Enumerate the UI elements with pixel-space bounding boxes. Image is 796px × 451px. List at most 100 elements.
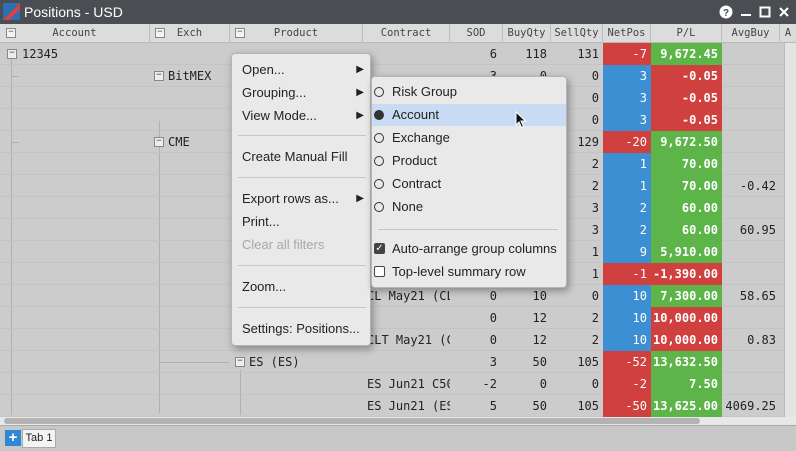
radio-icon (374, 156, 384, 166)
column-header-buyqty[interactable]: BuyQty (503, 24, 551, 43)
pl-cell: 13,632.50 (651, 351, 722, 373)
option-top-level-summary[interactable]: Top-level summary row (372, 261, 566, 283)
maximize-icon[interactable] (757, 3, 773, 20)
pl-cell: -0.05 (651, 65, 722, 87)
menu-item-zoom[interactable]: Zoom... (232, 276, 370, 298)
grouping-option-exchange[interactable]: Exchange (372, 127, 566, 149)
app-logo-icon (3, 3, 20, 20)
minimize-icon[interactable] (738, 3, 754, 20)
column-header-account[interactable]: − Account (0, 24, 150, 43)
grouping-option-account[interactable]: Account (372, 104, 566, 126)
table-row[interactable]: CL May21 (CL 0 10 0 10 7,300.00 58.65 (0, 285, 796, 307)
close-icon[interactable] (776, 3, 792, 20)
exch-cell: BitMEX (168, 69, 212, 83)
menu-item-export-rows[interactable]: Export rows as... ▶ (232, 188, 370, 210)
table-row[interactable]: − 12345 6 118 131 -7 9,672.45 (0, 43, 796, 65)
column-header-avgbuy[interactable]: AvgBuy (722, 24, 780, 43)
column-header-sellqty[interactable]: SellQty (551, 24, 603, 43)
collapse-icon[interactable]: − (235, 357, 245, 367)
sod-cell: 5 (489, 399, 497, 413)
menu-item-print[interactable]: Print... (232, 211, 370, 233)
grouping-option-none[interactable]: None (372, 196, 566, 218)
window-title: Positions - USD (24, 4, 123, 20)
contract-cell: ES Jun21 C50 (367, 377, 450, 391)
title-bar: Positions - USD ? (0, 0, 796, 24)
collapse-icon[interactable]: − (154, 71, 164, 81)
table-row[interactable]: 0 12 2 10 10,000.00 (0, 307, 796, 329)
horizontal-scrollbar-thumb[interactable] (4, 418, 700, 424)
column-header-product[interactable]: − Product (230, 24, 363, 43)
pl-cell: 7.50 (651, 373, 722, 395)
submenu-arrow-icon: ▶ (356, 110, 364, 121)
pl-cell: 13,625.00 (651, 395, 722, 417)
pl-cell: 70.00 (651, 153, 722, 175)
radio-selected-icon (374, 110, 384, 120)
column-header-more[interactable]: A (780, 24, 796, 43)
menu-item-settings[interactable]: Settings: Positions... (232, 318, 370, 340)
contract-cell: ES Jun21 (ES (367, 399, 450, 413)
submenu-arrow-icon: ▶ (356, 64, 364, 75)
collapse-all-icon[interactable]: − (235, 28, 245, 38)
column-header-contract[interactable]: Contract (363, 24, 450, 43)
pl-cell: 7,300.00 (651, 285, 722, 307)
column-header-netpos[interactable]: NetPos (603, 24, 651, 43)
menu-item-create-manual-fill[interactable]: Create Manual Fill (232, 146, 370, 168)
column-header-sod[interactable]: SOD (450, 24, 503, 43)
netpos-cell: -50 (603, 395, 651, 417)
product-cell: ES (ES) (249, 355, 300, 369)
column-header-pl[interactable]: P/L (651, 24, 722, 43)
buyqty-cell: 10 (532, 289, 547, 303)
table-row[interactable]: CLT May21 (C 0 12 2 10 10,000.00 0.83 (0, 329, 796, 351)
menu-separator (238, 177, 366, 178)
pl-cell: -1,390.00 (651, 263, 722, 285)
sellqty-cell: 0 (591, 289, 599, 303)
collapse-icon[interactable]: − (7, 49, 17, 59)
pl-cell: 9,672.45 (651, 43, 722, 65)
grouping-option-product[interactable]: Product (372, 150, 566, 172)
buyqty-cell: 12 (532, 311, 547, 325)
grouping-option-risk-group[interactable]: Risk Group (372, 81, 566, 103)
pl-cell: 70.00 (651, 175, 722, 197)
menu-item-open[interactable]: Open... ▶ (232, 59, 370, 81)
sellqty-cell: 131 (577, 47, 599, 61)
contract-cell: CL May21 (CL (367, 289, 450, 303)
netpos-cell: 3 (603, 87, 651, 109)
table-row[interactable]: − ES (ES) 3 50 105 -52 13,632.50 (0, 351, 796, 373)
option-auto-arrange[interactable]: ✓ Auto-arrange group columns (372, 238, 566, 260)
sod-cell: 0 (489, 311, 497, 325)
netpos-cell: -2 (603, 373, 651, 395)
help-icon[interactable]: ? (718, 3, 734, 20)
menu-item-view-mode[interactable]: View Mode... ▶ (232, 105, 370, 127)
netpos-cell: 3 (603, 109, 651, 131)
tab-1[interactable]: Tab 1 (22, 429, 56, 448)
menu-item-grouping[interactable]: Grouping... ▶ (232, 82, 370, 104)
column-header-exch[interactable]: − Exch (150, 24, 230, 43)
contract-cell: CLT May21 (C (367, 333, 450, 347)
sellqty-cell: 2 (591, 311, 599, 325)
collapse-all-icon[interactable]: − (6, 28, 16, 38)
netpos-cell: -20 (603, 131, 651, 153)
radio-icon (374, 202, 384, 212)
buyqty-cell: 0 (539, 377, 547, 391)
netpos-cell: 10 (603, 329, 651, 351)
netpos-cell: 1 (603, 153, 651, 175)
buyqty-cell: 118 (525, 47, 547, 61)
add-tab-button[interactable]: + (5, 430, 21, 446)
svg-text:?: ? (723, 8, 729, 19)
pl-cell: 5,910.00 (651, 241, 722, 263)
collapse-all-icon[interactable]: − (155, 28, 165, 38)
horizontal-scrollbar[interactable] (0, 417, 796, 425)
buyqty-cell: 12 (532, 333, 547, 347)
table-row[interactable]: ES Jun21 (ES 5 50 105 -50 13,625.00 4069… (0, 395, 796, 417)
pl-cell: -0.05 (651, 109, 722, 131)
table-row[interactable]: ES Jun21 C50 -2 0 0 -2 7.50 (0, 373, 796, 395)
menu-item-clear-all-filters: Clear all filters (242, 237, 325, 252)
grouping-option-contract[interactable]: Contract (372, 173, 566, 195)
vertical-scrollbar[interactable] (784, 43, 796, 417)
collapse-icon[interactable]: − (154, 137, 164, 147)
buyqty-cell: 50 (532, 355, 547, 369)
avgbuy-cell: 60.95 (739, 223, 776, 237)
checkbox-icon (374, 266, 385, 277)
menu-separator (238, 307, 366, 308)
column-header: − Account − Exch − Product Contract SOD … (0, 24, 796, 43)
